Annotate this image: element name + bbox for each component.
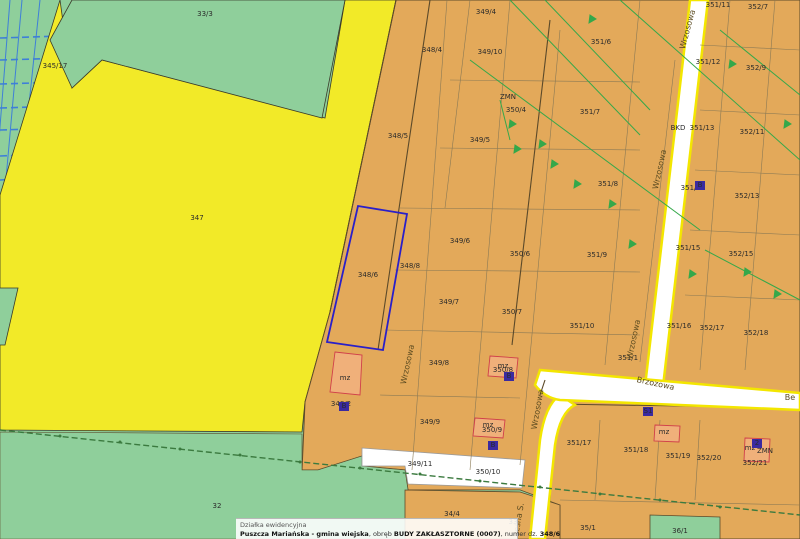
badge-text: B xyxy=(342,402,347,410)
info-precinct: BUDY ZAKŁASZTORNE (0007) xyxy=(393,530,501,538)
parcel-label: 352/9 xyxy=(746,64,766,72)
parcel-label: 352/18 xyxy=(744,329,769,337)
parcel-label: 349/8 xyxy=(429,359,449,367)
parcel-label: 348/4 xyxy=(422,46,443,54)
zoning-code: ZMN xyxy=(757,447,773,455)
parcel-label: 351/16 xyxy=(667,322,692,330)
parcel-label: 351/6 xyxy=(591,38,612,46)
parcel-label: 352/20 xyxy=(697,454,722,462)
info-parcel-number: 348/6 xyxy=(539,530,561,538)
parcel-label: 351/8 xyxy=(598,180,618,188)
parcel-label: 34/4 xyxy=(444,510,460,518)
info-location: Puszcza Mariańska - gmina wiejska xyxy=(240,530,369,538)
badge-text: B xyxy=(698,181,703,189)
parcel-label: 350/10 xyxy=(476,468,501,476)
map-canvas[interactable]: 347348/4348/5348/6348/8348/2349/4349/103… xyxy=(0,0,800,539)
parcel-label: 351/15 xyxy=(676,244,701,252)
parcel-label: 349/7 xyxy=(439,298,459,306)
parcel-label: 350/6 xyxy=(510,250,531,258)
parcel-label: 348/8 xyxy=(400,262,420,270)
parcel-label: 351/19 xyxy=(666,452,691,460)
parcel-label: 36/1 xyxy=(672,527,688,535)
parcel-label: 350/4 xyxy=(506,106,527,114)
parcel-label: 351/10 xyxy=(570,322,595,330)
parcel-label: 349/9 xyxy=(420,418,440,426)
cadastral-map[interactable]: 347348/4348/5348/6348/8348/2349/4349/103… xyxy=(0,0,800,539)
parcel-label: 352/13 xyxy=(735,192,760,200)
info-heading: Działka ewidencyjna xyxy=(240,521,307,529)
parcel-label: 33/3 xyxy=(197,10,213,18)
parcel-label: 349/6 xyxy=(450,237,471,245)
parcel-label: 345/17 xyxy=(43,62,68,70)
parcel-label: 349/10 xyxy=(478,48,503,56)
zoning-code: ZMN xyxy=(500,93,516,101)
parcel-label: 351/11 xyxy=(706,1,731,9)
parcel-label: 352/21 xyxy=(743,459,768,467)
badge-text: B xyxy=(507,372,512,380)
parcel-label: 351/9 xyxy=(587,251,607,259)
street-label: Be xyxy=(785,393,795,402)
parcel-label: 351/18 xyxy=(624,446,649,454)
parcel-label: 35/1 xyxy=(580,524,596,532)
parcel-label: 349/4 xyxy=(476,8,497,16)
badge-text: S1 xyxy=(644,407,653,415)
badge-text: 2 xyxy=(755,439,759,447)
parcel-label: 351/17 xyxy=(567,439,592,447)
info-sep-2: , numer dz. xyxy=(500,530,540,538)
building-label: mz xyxy=(498,362,509,370)
badge-text: B xyxy=(491,441,496,449)
info-details: Puszcza Mariańska - gmina wiejska, obręb… xyxy=(240,530,560,538)
info-sep-1: , obręb xyxy=(368,530,394,538)
parcel-label: 352/7 xyxy=(748,3,768,11)
parcel-label: 348/5 xyxy=(388,132,408,140)
parcel-label: 347 xyxy=(190,214,203,222)
parcel-label: 350/7 xyxy=(502,308,522,316)
parcel-label: 352/17 xyxy=(700,324,725,332)
parcel-label: 351/12 xyxy=(696,58,721,66)
building-label: mz xyxy=(340,374,351,382)
zoning-code: BKD xyxy=(671,124,686,132)
parcel-info-panel: Działka ewidencyjna Puszcza Mariańska - … xyxy=(236,518,560,539)
parcel-label: 351/7 xyxy=(580,108,600,116)
parcel-label: 352/15 xyxy=(729,250,754,258)
building-label: mz xyxy=(659,428,670,436)
parcel-label: 352/11 xyxy=(740,128,765,136)
building-label: mz xyxy=(483,421,494,429)
parcel-label: 349/11 xyxy=(408,460,433,468)
parcel-label: 351/13 xyxy=(690,124,715,132)
parcel-label: 32 xyxy=(213,502,222,510)
parcel-label: 349/5 xyxy=(470,136,490,144)
parcel-label: 348/6 xyxy=(358,271,379,279)
